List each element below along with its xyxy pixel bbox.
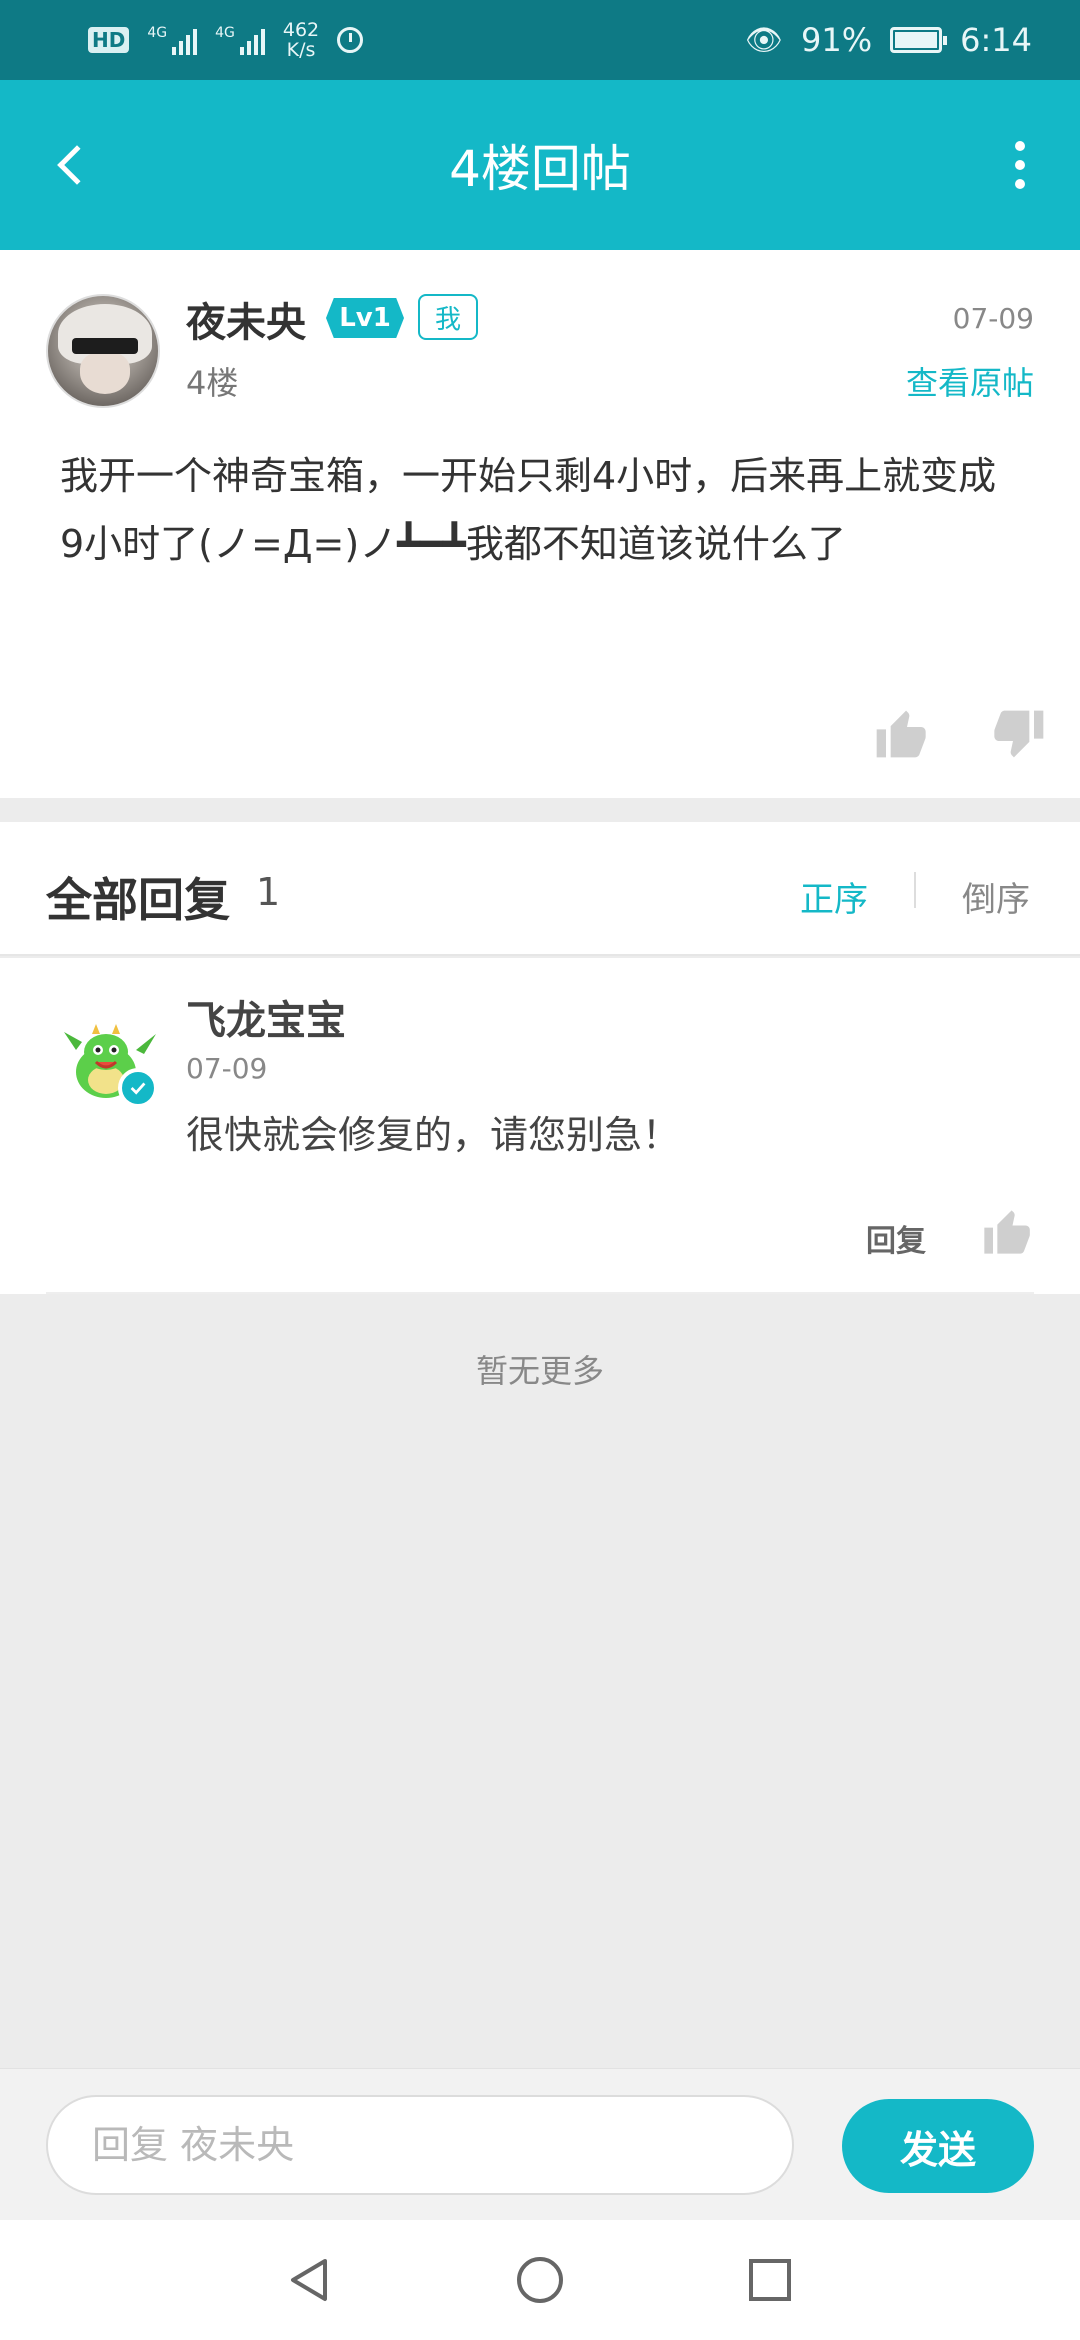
- dislike-button[interactable]: [992, 706, 1048, 762]
- battery-percent: 91%: [801, 21, 873, 59]
- hd-badge: HD: [88, 27, 130, 53]
- battery-icon: [890, 27, 948, 53]
- no-more-label: 暂无更多: [475, 1352, 604, 1390]
- clock: 6:14: [960, 21, 1032, 59]
- sort-ascending-button[interactable]: 正序: [800, 872, 868, 921]
- network-speed-value: 462: [282, 19, 320, 41]
- sort-descending-button[interactable]: 倒序: [962, 872, 1030, 921]
- reply-item: 飞龙宝宝 07-09 很快就会修复的，请您别急！ 回复: [0, 958, 1080, 1294]
- reply-date: 07-09: [186, 1052, 268, 1085]
- floor-label: 4楼: [186, 364, 239, 402]
- post-card: 夜未央 Lv1 我 4楼 07-09 查看原帖 我开一个神奇宝箱，一开始只剩4小…: [0, 250, 1080, 798]
- network-speed-unit: K/s: [286, 39, 316, 61]
- status-right: 👁 91% 6:14: [745, 21, 1032, 59]
- nav-recents-button[interactable]: [740, 2250, 800, 2310]
- eye-icon: 👁: [744, 22, 784, 58]
- sort-divider: [914, 872, 916, 908]
- reply-like-button[interactable]: [980, 1206, 1032, 1258]
- thumbs-up-icon: [876, 710, 926, 758]
- me-badge: 我: [418, 294, 478, 340]
- replies-header: 全部回复 1 正序 倒序: [0, 822, 1080, 956]
- page-title: 4楼回帖: [449, 140, 631, 198]
- send-button[interactable]: 发送: [842, 2099, 1034, 2193]
- signal-icon-2: 4G: [215, 25, 265, 55]
- post-date: 07-09: [952, 302, 1034, 335]
- app-bar: 4楼回帖: [0, 80, 1080, 250]
- back-arrow-icon: [57, 145, 97, 185]
- author-name[interactable]: 夜未央: [186, 290, 306, 348]
- more-options-button[interactable]: [1000, 125, 1040, 205]
- nav-back-icon: [291, 2259, 327, 2301]
- nav-home-icon: [517, 2257, 563, 2303]
- author-avatar[interactable]: [46, 294, 160, 408]
- reply-input[interactable]: [46, 2095, 794, 2195]
- reply-button[interactable]: 回复: [866, 1216, 926, 1260]
- post-content: 我开一个神奇宝箱，一开始只剩4小时，后来再上就变成9小时了(ノ=Д=)ノ┻━┻我…: [60, 454, 997, 566]
- like-button[interactable]: [872, 706, 928, 762]
- input-bar: 发送: [0, 2068, 1080, 2220]
- reply-author-name[interactable]: 飞龙宝宝: [186, 988, 346, 1046]
- thumbs-up-icon: [984, 1210, 1030, 1254]
- timer-icon: [337, 27, 364, 53]
- reply-content: 很快就会修复的，请您别急！: [186, 1113, 681, 1157]
- status-left: HD 4G 4G 462 K/s: [88, 20, 364, 60]
- view-original-link[interactable]: 查看原帖: [906, 358, 1034, 404]
- network-speed: 462 K/s: [283, 20, 319, 60]
- verified-check-icon: [118, 1068, 158, 1108]
- signal-icon: 4G: [147, 25, 198, 55]
- replies-title: 全部回复: [46, 873, 230, 927]
- back-button[interactable]: [40, 125, 100, 205]
- sim2-tag: 4G: [215, 25, 235, 41]
- sim1-tag: 4G: [147, 25, 168, 41]
- thumbs-down-icon: [994, 710, 1044, 758]
- more-vertical-icon: [1015, 141, 1025, 151]
- level-badge: Lv1: [326, 298, 404, 338]
- nav-recents-icon: [749, 2259, 791, 2301]
- replies-count: 1: [256, 870, 281, 914]
- nav-home-button[interactable]: [510, 2250, 570, 2310]
- nav-back-button[interactable]: [280, 2250, 340, 2310]
- system-nav-bar: [0, 2220, 1080, 2340]
- status-bar: HD 4G 4G 462 K/s 👁 91% 6:14: [0, 0, 1080, 80]
